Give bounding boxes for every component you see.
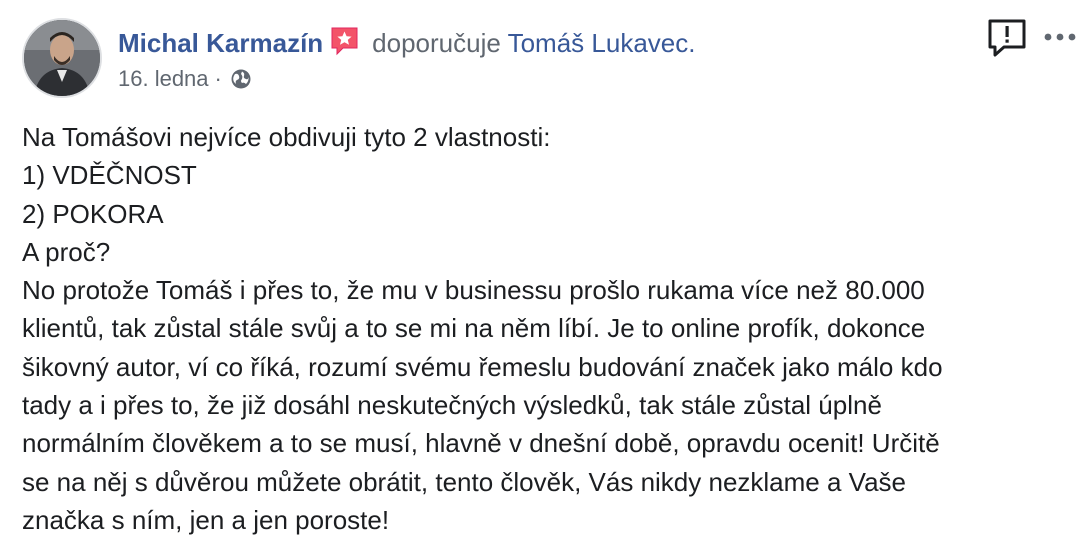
action-text: doporučuje: [372, 28, 501, 58]
more-options-icon: [1044, 33, 1076, 41]
post-text-line: 2) POKORA: [22, 198, 164, 229]
post-text-line: šikovný autor, ví co říká, rozumí svému …: [22, 351, 943, 382]
post-header: Michal Karmazín doporučuje Tomáš Lukavec…: [118, 25, 695, 60]
post-text-line: značka s ním, jen a jen poroste!: [22, 504, 390, 535]
post-text-line: A proč?: [22, 236, 111, 267]
post-text-line: klientů, tak zůstal stále svůj a to se m…: [22, 313, 926, 344]
report-icon: [988, 19, 1026, 57]
report-button[interactable]: [986, 17, 1028, 59]
recommended-page-link[interactable]: Tomáš Lukavec.: [508, 28, 696, 58]
post-text-line: se na něj s důvěrou můžete obrátit, tent…: [22, 466, 906, 497]
post-date-link[interactable]: 16. ledna: [118, 66, 209, 91]
author-avatar[interactable]: [22, 18, 102, 98]
post-text-line: 1) VDĚČNOST: [22, 160, 197, 191]
avatar-photo: [24, 20, 100, 96]
post-text-line: Na Tomášovi nejvíce obdivuji tyto 2 vlas…: [22, 122, 551, 152]
recommend-star-icon: [331, 27, 358, 56]
meta-separator: ·: [214, 66, 222, 91]
post-text-line: tady a i přes to, že již dosáhl neskuteč…: [22, 390, 882, 421]
more-options-button[interactable]: [1040, 20, 1080, 54]
post-text-line: normálním člověkem a to se musí, hlavně …: [22, 428, 940, 459]
post-text: Na Tomášovi nejvíce obdivuji tyto 2 vlas…: [22, 118, 1082, 539]
post-text-line: No protože Tomáš i přes to, že mu v busi…: [22, 275, 925, 306]
post-meta: 16. ledna ·: [118, 64, 252, 94]
author-name-link[interactable]: Michal Karmazín: [118, 28, 323, 58]
globe-icon[interactable]: [230, 68, 252, 90]
